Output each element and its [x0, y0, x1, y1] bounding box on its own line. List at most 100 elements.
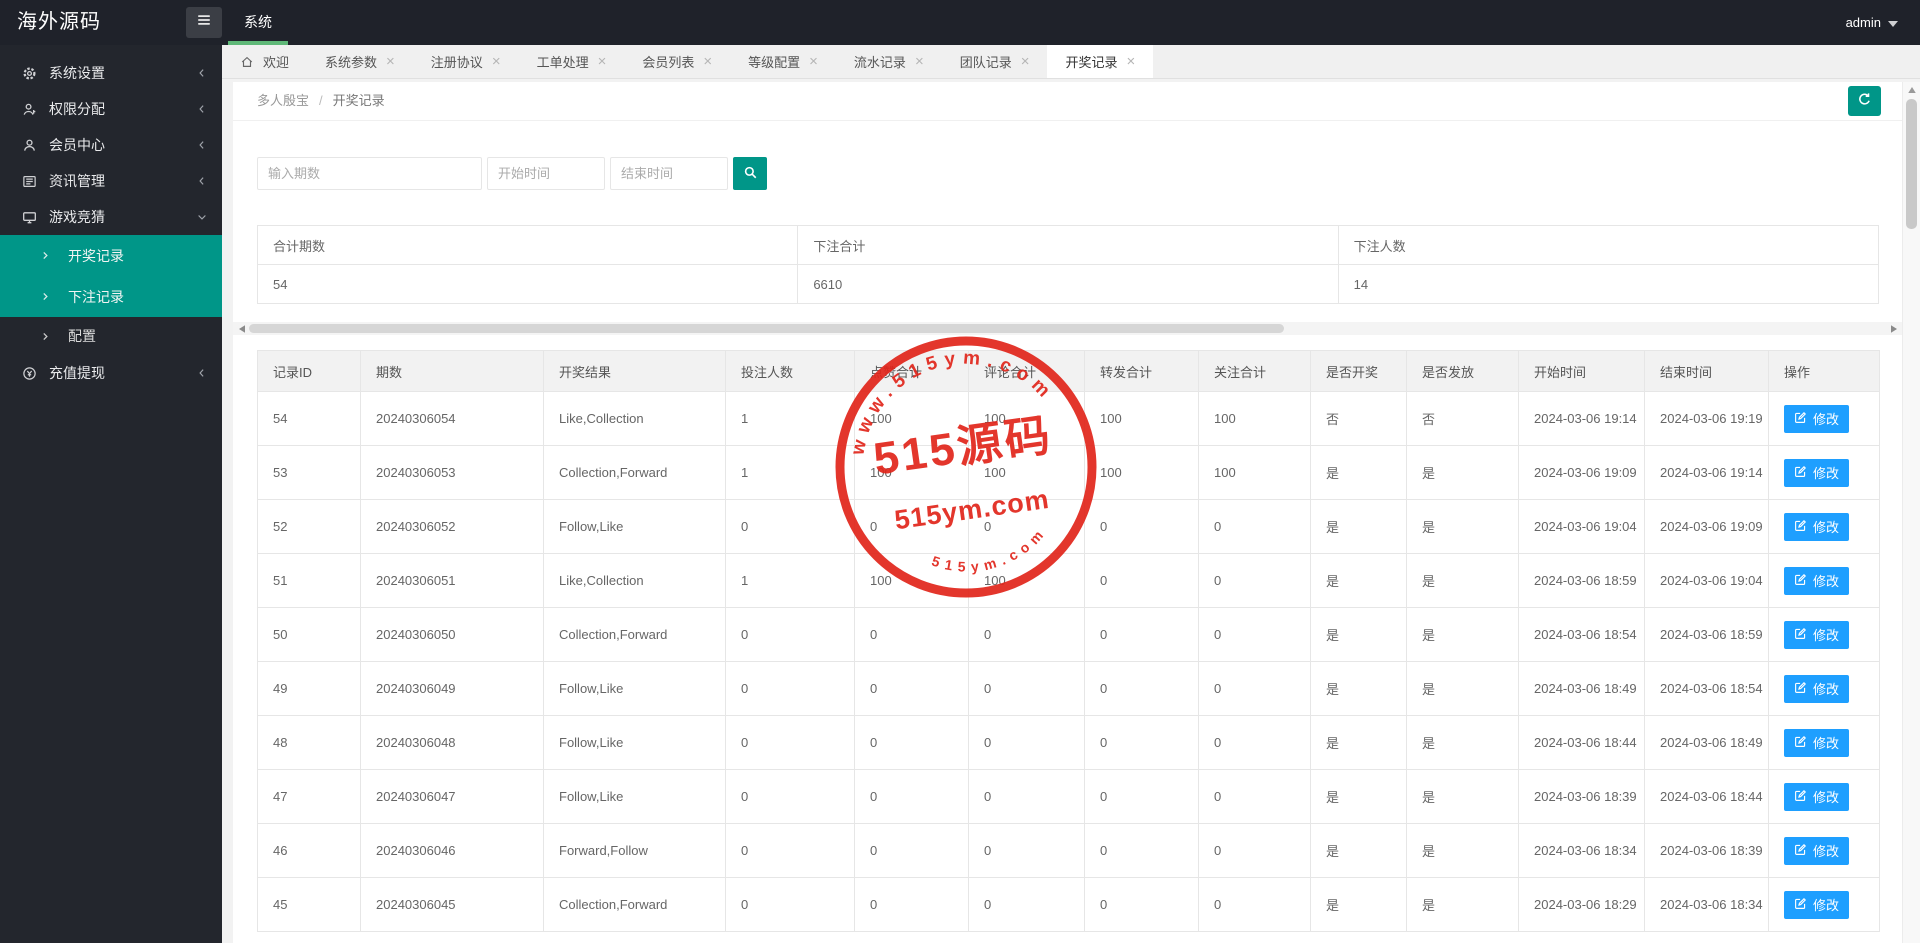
cell-bettors: 0	[725, 607, 855, 662]
edit-button[interactable]: 修改	[1784, 890, 1850, 919]
cell-is-paid: 是	[1406, 877, 1519, 932]
close-icon[interactable]: ×	[915, 54, 924, 69]
sidebar-item-label: 资讯管理	[49, 173, 105, 189]
hamburger-button[interactable]	[186, 7, 222, 38]
cell-action: 修改	[1768, 553, 1880, 608]
edit-button[interactable]: 修改	[1784, 782, 1850, 811]
sidebar-subitem-bet-records[interactable]: 下注记录	[0, 276, 222, 317]
column-header-start-time: 开始时间	[1518, 350, 1645, 392]
column-header-is-drawn: 是否开奖	[1310, 350, 1407, 392]
tab-welcome[interactable]: 欢迎	[222, 45, 307, 78]
cell-bettors: 1	[725, 445, 855, 500]
tab-flow-records[interactable]: 流水记录 ×	[836, 45, 942, 78]
chevron-left-icon	[196, 175, 208, 187]
summary-header-cell: 合计期数	[256, 225, 799, 265]
close-icon[interactable]: ×	[809, 54, 818, 69]
close-icon[interactable]: ×	[598, 54, 607, 69]
breadcrumb-section: 多人殷宝	[257, 93, 310, 108]
cell-end-time: 2024-03-06 18:34	[1644, 877, 1769, 932]
tab-level-config[interactable]: 等级配置 ×	[730, 45, 836, 78]
sidebar-item-system-settings[interactable]: 系统设置	[0, 55, 222, 91]
vertical-scrollbar-thumb[interactable]	[1906, 99, 1917, 229]
cell-follow-total: 0	[1198, 769, 1311, 824]
sidebar-item-recharge-withdraw[interactable]: 充值提现	[0, 355, 222, 391]
edit-button[interactable]: 修改	[1784, 404, 1850, 433]
cell-end-time: 2024-03-06 19:04	[1644, 553, 1769, 608]
column-header-end-time: 结束时间	[1644, 350, 1769, 392]
table-row: 46 20240306046 Forward,Follow 0 0 0 0 0 是是 2024-0…	[257, 823, 1880, 878]
edit-button[interactable]: 修改	[1784, 674, 1850, 703]
table-row: 50 20240306050 Collection,Forward 0 0 0 0 0 是是 20…	[257, 607, 1880, 662]
sidebar-subitem-label: 开奖记录	[68, 247, 124, 264]
cell-forward-total: 0	[1084, 661, 1199, 716]
tab-register-agreement[interactable]: 注册协议 ×	[413, 45, 519, 78]
chevron-left-icon	[196, 67, 208, 79]
cell-start-time: 2024-03-06 19:09	[1518, 445, 1645, 500]
tab-member-list[interactable]: 会员列表 ×	[624, 45, 730, 78]
cell-is-paid: 是	[1406, 499, 1519, 554]
cell-follow-total: 100	[1198, 391, 1311, 446]
edit-button[interactable]: 修改	[1784, 728, 1850, 757]
edit-button[interactable]: 修改	[1784, 512, 1850, 541]
summary-header-cell: 下注人数	[1337, 225, 1880, 265]
tab-lottery-records[interactable]: 开奖记录 ×	[1047, 45, 1154, 78]
summary-value-row: 54 6610 14	[256, 264, 1880, 304]
refresh-button[interactable]	[1848, 86, 1881, 116]
cell-record-id: 46	[257, 823, 361, 878]
close-icon[interactable]: ×	[386, 54, 395, 69]
sidebar-subitem-lottery-records[interactable]: 开奖记录	[0, 235, 222, 276]
scroll-up-arrow-icon[interactable]	[1903, 82, 1920, 97]
close-icon[interactable]: ×	[703, 54, 712, 69]
tab-team-records[interactable]: 团队记录 ×	[942, 45, 1048, 78]
cell-is-drawn: 是	[1310, 607, 1407, 662]
edit-button[interactable]: 修改	[1784, 836, 1850, 865]
cell-result: Like,Collection	[543, 391, 726, 446]
start-time-input[interactable]	[487, 157, 605, 190]
close-icon[interactable]: ×	[1021, 54, 1030, 69]
column-header-like-total: 点赞合计	[854, 350, 969, 392]
sidebar-item-game-betting[interactable]: 游戏竞猜	[0, 199, 222, 235]
cell-follow-total: 0	[1198, 553, 1311, 608]
cell-is-drawn: 是	[1310, 499, 1407, 554]
sidebar-item-label: 权限分配	[49, 101, 105, 117]
sidebar-subitem-config[interactable]: 配置	[0, 317, 222, 355]
edit-button[interactable]: 修改	[1784, 620, 1850, 649]
sidebar-item-member-center[interactable]: 会员中心	[0, 127, 222, 163]
cell-record-id: 54	[257, 391, 361, 446]
column-header-action: 操作	[1768, 350, 1880, 392]
period-input[interactable]	[257, 157, 482, 190]
cell-period: 20240306047	[360, 769, 544, 824]
breadcrumb-page: 开奖记录	[332, 93, 385, 108]
cell-action: 修改	[1768, 499, 1880, 554]
admin-username: admin	[1845, 15, 1881, 30]
scroll-left-arrow-icon[interactable]	[235, 322, 249, 335]
cell-follow-total: 0	[1198, 661, 1311, 716]
edit-button[interactable]: 修改	[1784, 566, 1850, 595]
scroll-right-arrow-icon[interactable]	[1887, 322, 1901, 335]
breadcrumb: 多人殷宝 / 开奖记录	[233, 82, 1903, 121]
cell-forward-total: 0	[1084, 499, 1199, 554]
tab-work-orders[interactable]: 工单处理 ×	[519, 45, 625, 78]
tab-system-params[interactable]: 系统参数 ×	[307, 45, 413, 78]
admin-menu[interactable]: admin	[1846, 0, 1898, 45]
close-icon[interactable]: ×	[1127, 54, 1136, 69]
tab-label: 团队记录	[959, 55, 1012, 70]
column-header-bettors: 投注人数	[725, 350, 855, 392]
close-icon[interactable]: ×	[492, 54, 501, 69]
cell-record-id: 50	[257, 607, 361, 662]
cell-is-drawn: 否	[1310, 391, 1407, 446]
end-time-input[interactable]	[610, 157, 728, 190]
cell-follow-total: 0	[1198, 877, 1311, 932]
topnav-tab-system[interactable]: 系统	[228, 0, 288, 45]
search-button[interactable]	[733, 157, 767, 190]
cell-record-id: 49	[257, 661, 361, 716]
horizontal-scrollbar-thumb[interactable]	[249, 324, 1285, 333]
edit-button-label: 修改	[1813, 682, 1840, 697]
edit-button[interactable]: 修改	[1784, 458, 1850, 487]
sidebar-item-permissions[interactable]: 权限分配	[0, 91, 222, 127]
tab-label: 欢迎	[263, 55, 290, 70]
cell-end-time: 2024-03-06 18:39	[1644, 823, 1769, 878]
table-row: 53 20240306053 Collection,Forward 1 100 100 10…	[257, 445, 1880, 500]
sidebar-item-news-management[interactable]: 资讯管理	[0, 163, 222, 199]
content-panel: 多人殷宝/开奖记录 合计期数下注合计下注人数 54661014 记录ID期数开奖…	[233, 82, 1903, 943]
